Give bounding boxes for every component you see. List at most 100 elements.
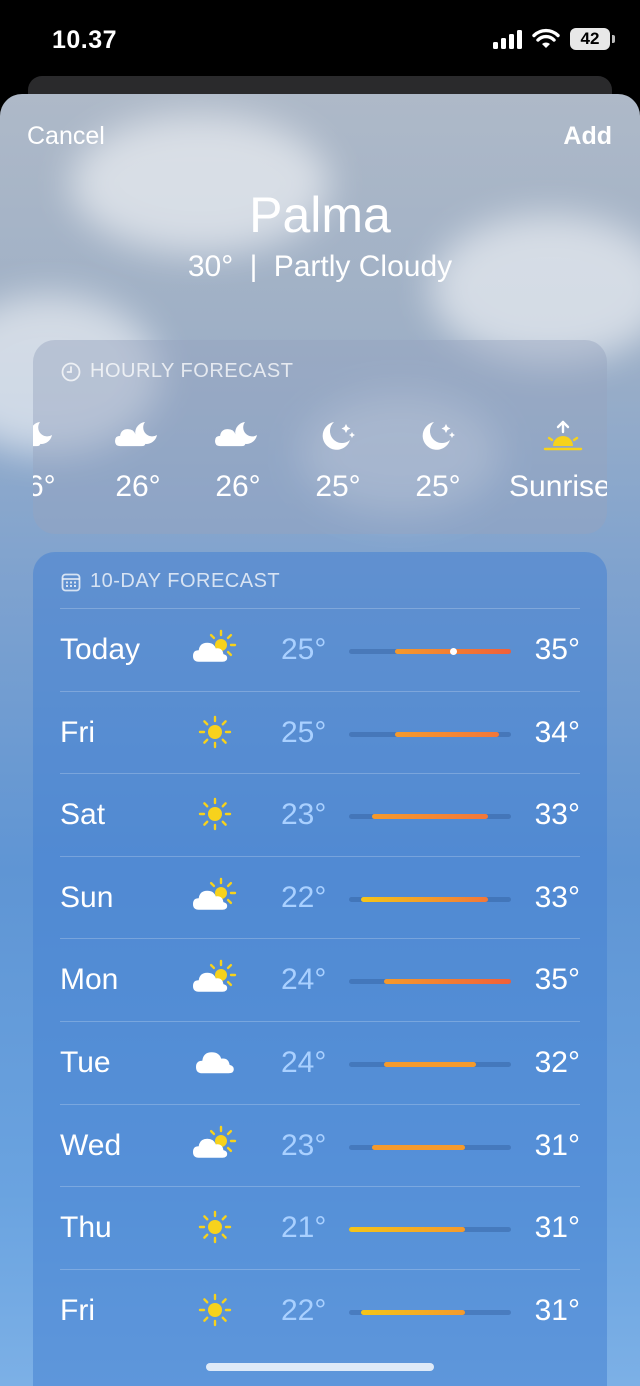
high-temperature: 34° (534, 715, 580, 749)
weather-sheet: Cancel Add Palma 30° | Partly Cloudy HOU… (0, 94, 640, 1386)
sun-icon (190, 1290, 240, 1330)
hourly-temperature: 26° (33, 470, 56, 503)
low-temperature: 24° (281, 963, 327, 997)
high-temperature: 32° (534, 1046, 580, 1079)
low-temperature: 23° (281, 1128, 327, 1162)
temperature-range-fill (383, 1062, 477, 1067)
temperature-range-bar (349, 814, 511, 820)
partly-cloudy-icon (190, 1125, 240, 1165)
low-temperature: 23° (281, 798, 327, 832)
temperature-range-fill (395, 731, 500, 737)
status-icons: 42 (493, 28, 615, 50)
day-name: Sun (60, 880, 114, 914)
hourly-forecast-header: HOURLY FORECAST (61, 360, 293, 383)
day-name: Thu (60, 1211, 112, 1245)
high-temperature: 31° (534, 1128, 580, 1162)
low-temperature: 21° (281, 1211, 327, 1245)
temperature-range-bar (349, 896, 511, 902)
hourly-temperature: 25° (315, 470, 361, 503)
daily-row[interactable]: Sat 23° 33° (60, 773, 580, 855)
high-temperature: 31° (534, 1211, 580, 1245)
sunrise-icon (509, 418, 607, 454)
hourly-item: 26° (88, 418, 188, 504)
day-name: Sat (60, 798, 106, 832)
low-temperature: 22° (281, 1293, 327, 1327)
low-temperature: 24° (281, 1046, 327, 1079)
calendar-icon (61, 573, 81, 591)
hourly-temperature: 26° (115, 470, 161, 503)
partly-cloudy-icon (190, 959, 240, 999)
day-name: Today (60, 633, 141, 666)
daily-row[interactable]: Fri 22° 31° (60, 1268, 580, 1351)
high-temperature: 33° (534, 798, 580, 832)
temperature-range-fill (372, 1144, 465, 1150)
current-temperature: 30° (187, 250, 234, 283)
temperature-range-fill (360, 896, 488, 902)
moon-stars-icon (288, 418, 388, 454)
hourly-item: Sunrise (509, 418, 607, 504)
current-temperature-dot (449, 648, 457, 655)
sun-icon (190, 794, 240, 834)
current-conditions: 30° | Partly Cloudy (0, 250, 640, 284)
daily-row[interactable]: Sun 22° 33° (60, 855, 580, 938)
clock-icon (61, 362, 81, 381)
daily-row[interactable]: Fri 25° 34° (60, 690, 580, 773)
hourly-temperature: Sunrise (509, 470, 607, 503)
day-name: Wed (60, 1128, 122, 1162)
moon-cloud-icon (33, 418, 83, 454)
daily-row[interactable]: Wed 23° 31° (60, 1103, 580, 1186)
high-temperature: 33° (534, 880, 580, 914)
ten-day-forecast-header: 10-DAY FORECAST (61, 570, 280, 593)
temperature-range-bar (349, 731, 511, 737)
day-name: Fri (60, 715, 95, 749)
cellular-signal-icon (493, 29, 522, 49)
temperature-range-bar (349, 648, 511, 655)
hourly-item: 26° (33, 418, 83, 504)
temperature-range-bar (349, 1062, 511, 1067)
cloud-icon (190, 1042, 240, 1082)
temperature-range-fill (383, 979, 511, 985)
status-time: 10.37 (52, 26, 118, 54)
temperature-range-bar (349, 1144, 511, 1150)
moon-cloud-icon (88, 418, 188, 454)
hourly-forecast-title: HOURLY FORECAST (90, 360, 294, 382)
moon-cloud-icon (188, 418, 288, 454)
temperature-range-fill (360, 1309, 465, 1315)
low-temperature: 22° (281, 880, 327, 914)
daily-row[interactable]: Thu 21° 31° (60, 1186, 580, 1268)
status-bar: 10.37 42 (0, 0, 640, 80)
daily-row[interactable]: Tue 24° 32° (60, 1021, 580, 1103)
partly-cloudy-icon (190, 629, 240, 669)
high-temperature: 35° (534, 633, 580, 666)
partly-cloudy-icon (190, 877, 240, 917)
high-temperature: 31° (534, 1293, 580, 1327)
temperature-range-fill (349, 1227, 465, 1233)
current-condition: Partly Cloudy (273, 250, 453, 283)
hourly-forecast-card[interactable]: HOURLY FORECAST 26° 26° 26° 25° 25° Sunrise (33, 340, 607, 534)
sun-icon (190, 1207, 240, 1247)
hourly-temperature: 25° (415, 470, 461, 503)
day-name: Tue (60, 1046, 111, 1079)
conditions-separator: | (249, 250, 258, 283)
cancel-button[interactable]: Cancel (27, 122, 105, 151)
hourly-item: 25° (388, 418, 488, 504)
high-temperature: 35° (534, 963, 580, 997)
home-indicator[interactable] (206, 1363, 434, 1371)
battery-indicator: 42 (570, 28, 615, 50)
day-name: Fri (60, 1293, 95, 1327)
temperature-range-bar (349, 1309, 511, 1315)
temperature-range-bar (349, 1227, 511, 1233)
daily-row[interactable]: Today 25° 35° (60, 608, 580, 690)
low-temperature: 25° (281, 715, 327, 749)
day-name: Mon (60, 963, 119, 997)
moon-stars-icon (388, 418, 488, 454)
daily-row[interactable]: Mon 24° 35° (60, 938, 580, 1020)
hourly-item: 26° (188, 418, 288, 504)
ten-day-forecast-title: 10-DAY FORECAST (90, 570, 281, 592)
temperature-range-bar (349, 979, 511, 985)
hourly-temperature: 26° (215, 470, 261, 503)
ten-day-forecast-card[interactable]: 10-DAY FORECAST Today 25° 35° Fri 25° 34° Sat 2… (33, 552, 607, 1386)
city-name: Palma (249, 187, 391, 243)
add-button[interactable]: Add (563, 122, 612, 151)
low-temperature: 25° (281, 633, 327, 666)
